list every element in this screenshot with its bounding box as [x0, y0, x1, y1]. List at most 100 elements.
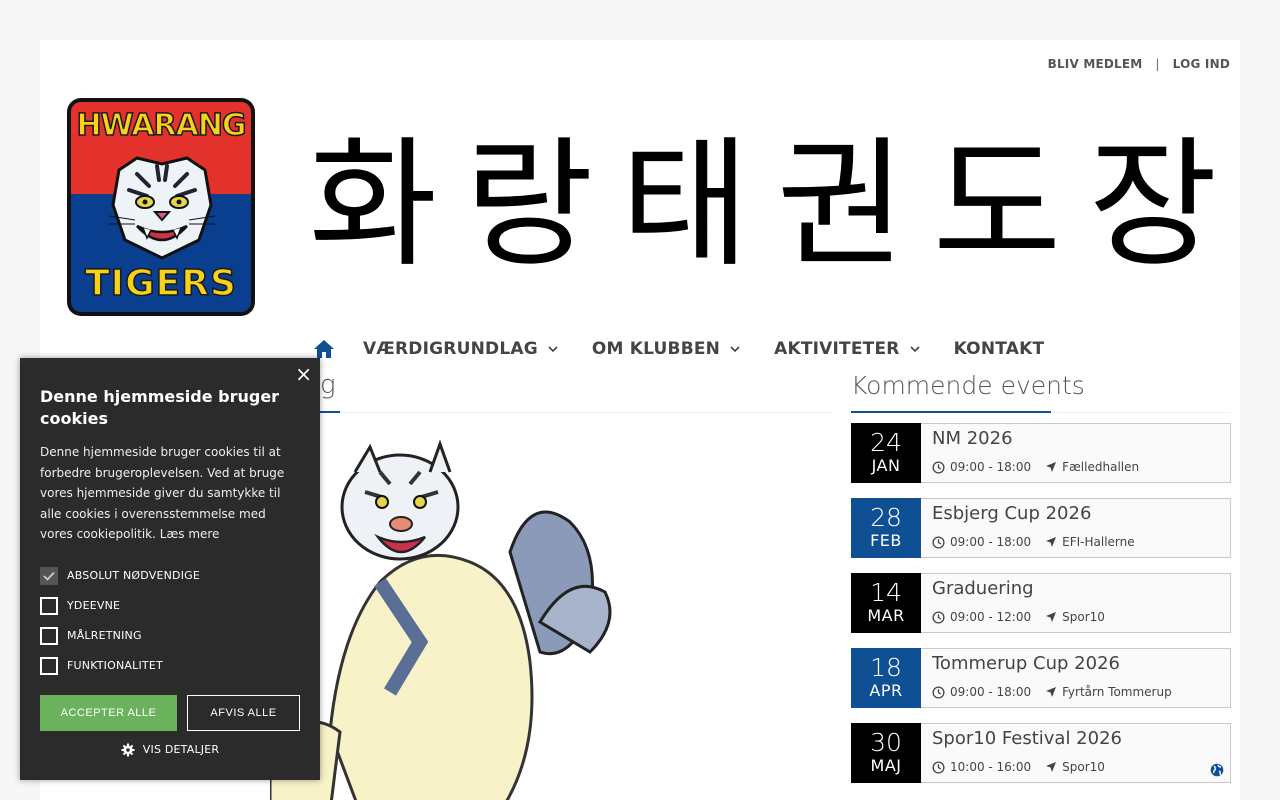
cookie-text: Denne hjemmeside bruger cookies til at f…	[40, 442, 300, 545]
event-meta: 10:00 - 16:00 Spor10	[932, 760, 1220, 774]
event-time: 10:00 - 16:00	[950, 760, 1032, 774]
event-month: APR	[869, 681, 903, 700]
logo-bottom-text: TIGERS	[84, 262, 237, 305]
main-nav: VÆRDIGRUNDLAG OM KLUBBEN AKTIVITETER KON…	[310, 332, 1078, 366]
event-item[interactable]: 28 FEB Esbjerg Cup 2026 09:00 - 18:00 EF…	[851, 498, 1231, 558]
cookie-title: Denne hjemmeside bruger cookies	[40, 387, 280, 428]
event-item[interactable]: 24 JAN NM 2026 09:00 - 18:00 Fælledhalle…	[851, 423, 1231, 483]
events-title: Kommende events	[851, 371, 1085, 400]
event-date: 24 JAN	[851, 423, 921, 483]
event-name[interactable]: Graduering	[932, 577, 1220, 601]
cookie-consent-dialog: × Denne hjemmeside bruger cookies Denne …	[20, 358, 320, 780]
clock-icon	[932, 685, 945, 699]
event-item[interactable]: 18 APR Tommerup Cup 2026 09:00 - 18:00 F…	[851, 648, 1231, 708]
accept-all-button[interactable]: ACCEPTER ALLE	[40, 694, 177, 731]
location-arrow-icon	[1046, 462, 1057, 472]
option-label: YDEEVNE	[67, 599, 121, 612]
event-name[interactable]: Spor10 Festival 2026	[932, 727, 1220, 751]
event-date: 30 MAJ	[851, 723, 921, 783]
gear-icon	[121, 743, 135, 756]
event-date: 14 MAR	[851, 573, 921, 633]
event-day: 24	[870, 428, 902, 457]
location-arrow-icon	[1046, 687, 1057, 697]
event-day: 14	[870, 578, 902, 607]
upcoming-events: Kommende events 24 JAN NM 2026 09:00 - 1…	[851, 370, 1231, 798]
event-name[interactable]: NM 2026	[932, 427, 1220, 451]
nav-item-aktiviteter[interactable]: AKTIVITETER	[774, 339, 920, 359]
event-info: Tommerup Cup 2026 09:00 - 18:00 Fyrtårn …	[921, 648, 1231, 708]
nav-item-vaerdigrundlag[interactable]: VÆRDIGRUNDLAG	[363, 339, 558, 359]
checkbox-necessary[interactable]	[40, 566, 58, 585]
tiger-head-icon	[108, 156, 216, 260]
event-date: 18 APR	[851, 648, 921, 708]
hangul-char: 태	[620, 124, 750, 287]
option-label: FUNKTIONALITET	[67, 659, 163, 672]
event-month: MAJ	[870, 756, 902, 775]
chevron-down-icon	[730, 346, 740, 353]
checkbox-targeting[interactable]	[40, 626, 58, 645]
event-name[interactable]: Tommerup Cup 2026	[932, 652, 1220, 676]
checkbox-performance[interactable]	[40, 596, 58, 615]
reject-all-button[interactable]: AFVIS ALLE	[187, 694, 300, 731]
option-label: ABSOLUT NØDVENDIGE	[67, 569, 201, 582]
event-location: Spor10	[1045, 610, 1105, 624]
event-time: 09:00 - 18:00	[950, 685, 1032, 699]
event-item[interactable]: 14 MAR Graduering 09:00 - 12:00 Spor10	[851, 573, 1231, 633]
cookie-option-necessary[interactable]: ABSOLUT NØDVENDIGE	[40, 561, 300, 591]
chevron-down-icon	[548, 346, 558, 353]
hangul-char: 장	[1088, 124, 1218, 287]
join-link[interactable]: BLIV MEDLEM	[1048, 57, 1143, 71]
hangul-char: 화	[308, 124, 438, 287]
event-location-text: Fyrtårn Tommerup	[1062, 685, 1172, 699]
cookie-options: ABSOLUT NØDVENDIGE YDEEVNE MÅLRETNING FU…	[40, 561, 300, 681]
event-day: 18	[870, 653, 902, 682]
chevron-down-icon	[909, 346, 920, 353]
event-meta: 09:00 - 18:00 Fyrtårn Tommerup	[932, 685, 1220, 699]
event-date: 28 FEB	[851, 498, 921, 558]
home-icon	[314, 340, 334, 358]
nav-item-om-klubben[interactable]: OM KLUBBEN	[592, 339, 740, 359]
event-location: Fyrtårn Tommerup	[1045, 685, 1172, 699]
event-location-text: EFI-Hallerne	[1062, 535, 1135, 549]
checkbox-functionality[interactable]	[40, 656, 58, 675]
nav-item-label: VÆRDIGRUNDLAG	[363, 339, 538, 359]
globe-icon[interactable]	[1210, 763, 1224, 777]
logo-top-text: HWARANG	[76, 107, 248, 144]
close-icon[interactable]: ×	[295, 362, 312, 386]
event-name[interactable]: Esbjerg Cup 2026	[932, 502, 1220, 526]
event-location-text: Spor10	[1062, 760, 1105, 774]
clock-icon	[932, 610, 945, 624]
nav-item-label: AKTIVITETER	[774, 339, 900, 359]
hangul-char: 랑	[464, 124, 594, 287]
nav-item-label: OM KLUBBEN	[591, 339, 721, 359]
event-meta: 09:00 - 18:00 Fælledhallen	[932, 460, 1220, 474]
clock-icon	[932, 760, 945, 774]
login-link[interactable]: LOG IND	[1173, 57, 1230, 71]
club-logo[interactable]: HWARANG TIGERS	[67, 98, 255, 316]
content-heading: g	[320, 370, 336, 400]
nav-item-kontakt[interactable]: KONTAKT	[954, 339, 1045, 359]
event-info: Graduering 09:00 - 12:00 Spor10	[921, 573, 1231, 633]
event-time: 09:00 - 12:00	[950, 610, 1032, 624]
event-location: Spor10	[1045, 760, 1105, 774]
location-arrow-icon	[1046, 762, 1057, 772]
checkmark-icon	[43, 571, 55, 581]
event-meta: 09:00 - 12:00 Spor10	[932, 610, 1220, 624]
cookie-option-performance[interactable]: YDEEVNE	[40, 591, 300, 621]
location-arrow-icon	[1046, 612, 1057, 622]
hangul-char: 도	[932, 124, 1062, 287]
hangul-title: 화 랑 태 권 도 장	[295, 126, 1231, 286]
cookie-option-functionality[interactable]: FUNKTIONALITET	[40, 651, 300, 681]
option-label: MÅLRETNING	[67, 629, 142, 642]
clock-icon	[932, 460, 945, 474]
event-item[interactable]: 30 MAJ Spor10 Festival 2026 10:00 - 16:0…	[851, 723, 1231, 783]
event-info: Esbjerg Cup 2026 09:00 - 18:00 EFI-Halle…	[921, 498, 1231, 558]
read-more-link[interactable]: Læs mere	[160, 527, 220, 541]
show-details-button[interactable]: VIS DETALJER	[40, 743, 300, 757]
cookie-option-targeting[interactable]: MÅLRETNING	[40, 621, 300, 651]
cookie-buttons: ACCEPTER ALLE AFVIS ALLE	[40, 694, 300, 731]
event-month: MAR	[867, 606, 905, 625]
event-month: JAN	[871, 456, 901, 475]
tiger-mascot-image	[270, 439, 612, 800]
clock-icon	[932, 535, 945, 549]
